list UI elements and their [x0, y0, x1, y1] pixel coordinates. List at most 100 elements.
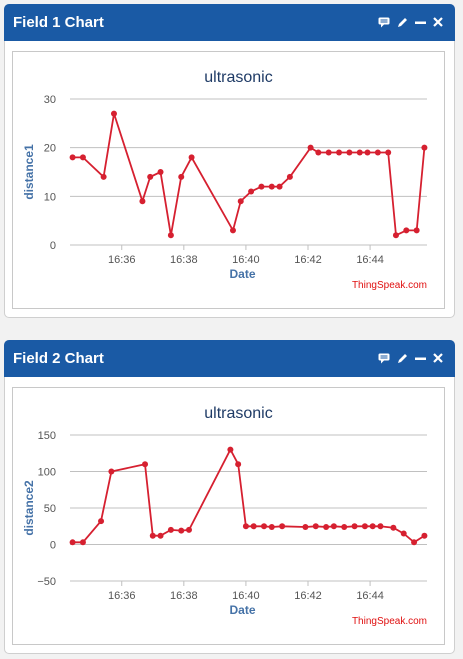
- edit-icon[interactable]: [395, 15, 409, 29]
- data-point: [268, 183, 275, 190]
- thingspeak-credit: ThingSpeak.com: [352, 280, 427, 291]
- data-point: [302, 523, 309, 530]
- data-point: [377, 523, 384, 530]
- data-point: [157, 532, 164, 539]
- y-tick-label: −50: [37, 576, 56, 588]
- data-point: [369, 523, 376, 530]
- data-point: [108, 468, 115, 475]
- data-point: [336, 149, 343, 156]
- data-point: [100, 173, 107, 180]
- data-point: [307, 144, 314, 151]
- data-point: [237, 198, 244, 205]
- data-point: [374, 149, 381, 156]
- comment-icon[interactable]: [377, 351, 391, 365]
- field-1-chart-panel: Field 1 Chart ultrasonic 0 10 20 30 16:36 16:3…: [4, 4, 455, 318]
- data-point: [149, 532, 156, 539]
- data-point: [79, 539, 86, 546]
- data-point: [178, 173, 185, 180]
- data-point: [351, 523, 358, 530]
- edit-icon[interactable]: [395, 351, 409, 365]
- y-tick-label: 100: [38, 467, 56, 479]
- y-tick-label: 150: [38, 430, 56, 442]
- data-point: [400, 530, 407, 537]
- y-tick-label: 10: [44, 191, 56, 203]
- data-point: [69, 539, 76, 546]
- data-point: [147, 173, 154, 180]
- data-point: [356, 149, 363, 156]
- data-point: [330, 523, 337, 530]
- close-icon[interactable]: [431, 15, 445, 29]
- data-point: [341, 523, 348, 530]
- data-point: [139, 198, 146, 205]
- comment-icon[interactable]: [377, 15, 391, 29]
- chart-title: ultrasonic: [204, 69, 272, 86]
- data-point: [325, 149, 332, 156]
- thingspeak-credit: ThingSpeak.com: [352, 616, 427, 627]
- data-point: [227, 446, 234, 453]
- line-chart: ultrasonic −50 0 50 100 150 16:36 16:38 16:40 16:…: [22, 405, 428, 627]
- data-point: [323, 523, 330, 530]
- x-axis-label: Date: [229, 603, 255, 617]
- data-point: [188, 154, 195, 161]
- y-tick-label: 30: [44, 94, 56, 106]
- x-tick-label: 16:38: [170, 590, 198, 602]
- x-tick-label: 16:42: [294, 254, 322, 266]
- y-tick-label: 50: [44, 503, 56, 515]
- close-icon[interactable]: [431, 351, 445, 365]
- x-tick-label: 16:44: [356, 254, 384, 266]
- data-point: [421, 532, 428, 539]
- data-point: [250, 523, 257, 530]
- data-point: [276, 183, 283, 190]
- data-point: [248, 188, 255, 195]
- x-tick-label: 16:42: [294, 590, 322, 602]
- data-point: [167, 232, 174, 239]
- data-point: [392, 232, 399, 239]
- data-point: [279, 523, 286, 530]
- minimize-icon[interactable]: [413, 351, 427, 365]
- panel-title: Field 2 Chart: [13, 350, 104, 367]
- y-axis-label: distance1: [22, 144, 36, 200]
- panel-header-icons: [377, 14, 445, 30]
- series-line: [72, 113, 426, 237]
- chart-title: ultrasonic: [204, 405, 272, 422]
- y-tick-label: 20: [44, 143, 56, 155]
- panel-header: Field 2 Chart: [4, 340, 455, 377]
- chart-area: ultrasonic −50 0 50 100 150 16:36 16:38 16:40 16:…: [12, 387, 445, 645]
- data-point: [315, 149, 322, 156]
- data-point: [229, 227, 236, 234]
- data-point: [167, 526, 174, 533]
- data-point: [242, 523, 249, 530]
- x-tick-label: 16:36: [108, 254, 136, 266]
- y-axis-label: distance2: [22, 480, 36, 536]
- panel-header-icons: [377, 350, 445, 366]
- x-tick-label: 16:40: [232, 254, 260, 266]
- data-point: [411, 539, 418, 546]
- x-tick-label: 16:40: [232, 590, 260, 602]
- x-axis-label: Date: [229, 267, 255, 281]
- data-point: [268, 523, 275, 530]
- data-point: [403, 227, 410, 234]
- data-point: [361, 523, 368, 530]
- data-point: [364, 149, 371, 156]
- minimize-icon[interactable]: [413, 15, 427, 29]
- data-point: [235, 461, 242, 468]
- field-2-chart-panel: Field 2 Chart ultrasonic −50 0 50 100 150 16:3…: [4, 340, 455, 654]
- panel-header: Field 1 Chart: [4, 4, 455, 41]
- data-point: [178, 527, 185, 534]
- line-chart: ultrasonic 0 10 20 30 16:36 16:38 16:40 16:42 16:…: [22, 69, 428, 291]
- data-point: [346, 149, 353, 156]
- data-point: [312, 523, 319, 530]
- data-point: [157, 169, 164, 175]
- data-point: [421, 144, 428, 151]
- data-point: [385, 149, 392, 156]
- data-point: [390, 524, 397, 531]
- data-point: [69, 154, 76, 161]
- panel-title: Field 1 Chart: [13, 14, 104, 31]
- x-tick-label: 16:44: [356, 590, 384, 602]
- x-tick-label: 16:38: [170, 254, 198, 266]
- y-tick-label: 0: [50, 240, 56, 252]
- data-point: [79, 154, 86, 161]
- data-point: [261, 523, 268, 530]
- data-point: [286, 173, 293, 180]
- data-point: [258, 183, 265, 190]
